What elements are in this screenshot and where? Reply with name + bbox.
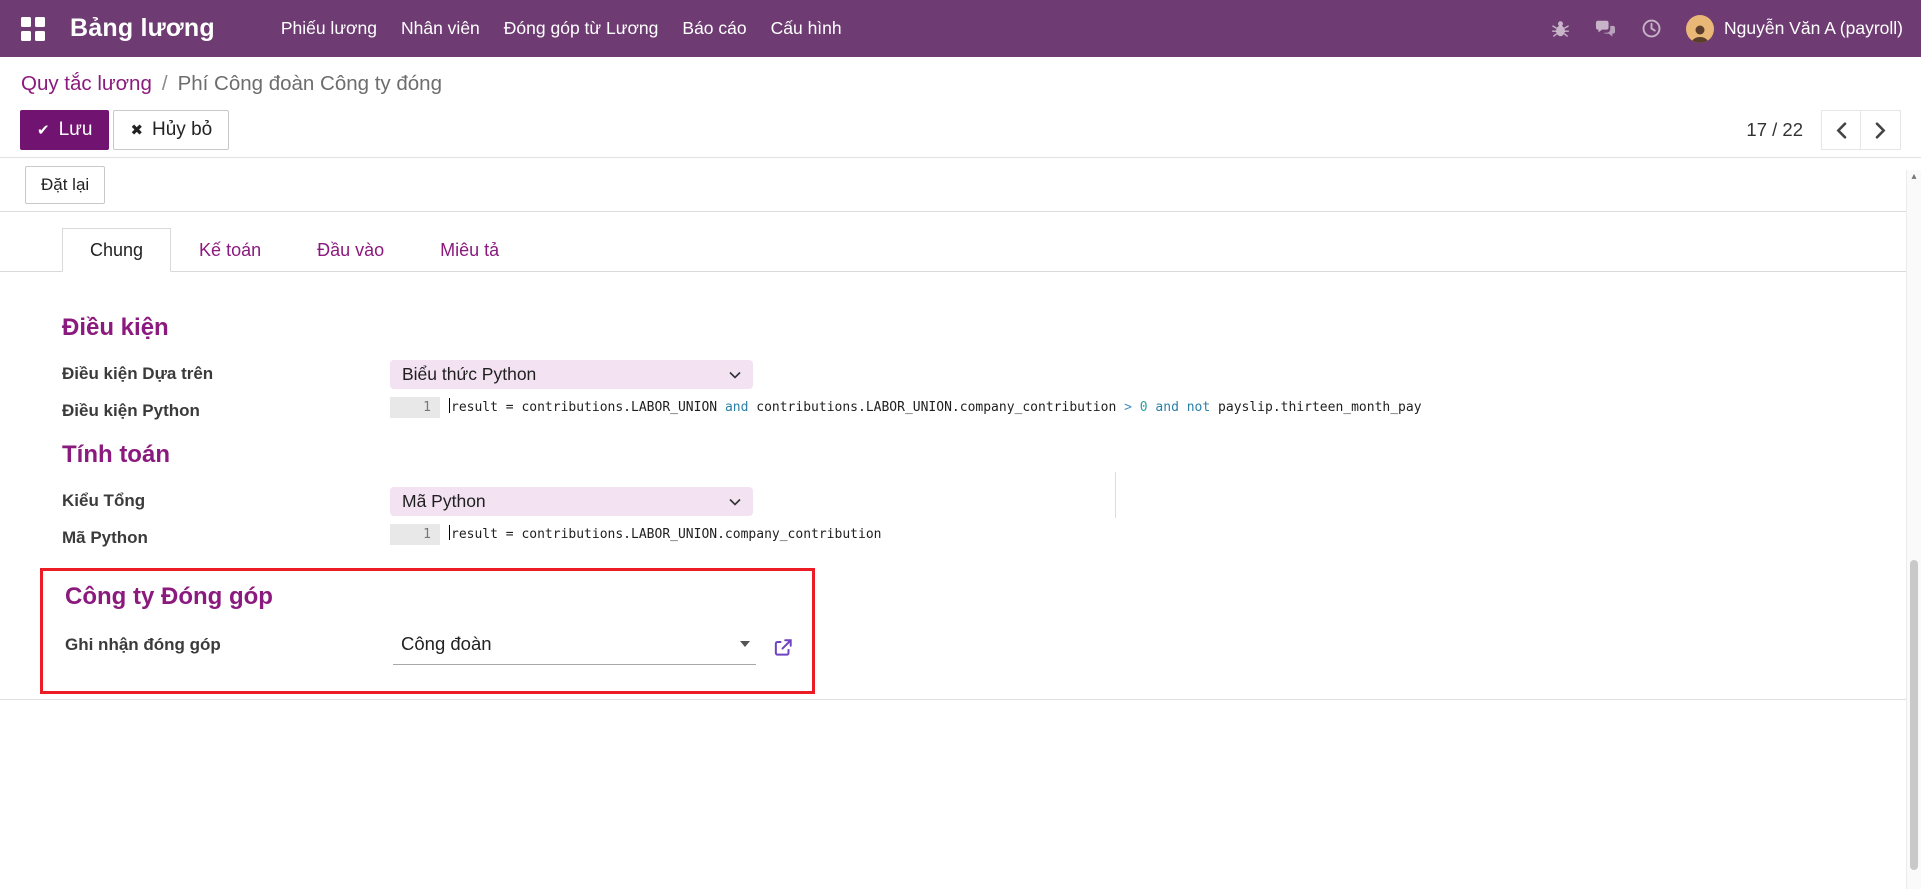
section-title-cong-ty-dong-gop: Công ty Đóng góp <box>65 583 812 611</box>
amount-type-value: Mã Python <box>402 491 486 512</box>
activity-clock-icon[interactable] <box>1641 18 1662 39</box>
user-menu[interactable]: Nguyễn Văn A (payroll) <box>1686 15 1903 43</box>
condition-based-on-label: Điều kiện Dựa trên <box>62 360 390 384</box>
apps-grid-icon <box>21 17 45 41</box>
user-name: Nguyễn Văn A (payroll) <box>1724 18 1903 39</box>
condition-based-on-select[interactable]: Biểu thức Python <box>390 360 753 389</box>
field-row-condition-based-on: Điều kiện Dựa trên Biểu thức Python <box>62 360 1921 389</box>
navbar-right: Nguyễn Văn A (payroll) <box>1551 15 1903 43</box>
discard-button[interactable]: ✖ Hủy bỏ <box>113 110 229 150</box>
external-link-icon[interactable] <box>772 637 794 659</box>
chevron-left-icon <box>1836 122 1847 139</box>
chevron-down-icon <box>729 371 741 379</box>
amount-type-select[interactable]: Mã Python <box>390 487 753 516</box>
notebook-tabs: Chung Kế toán Đầu vào Miêu tả <box>0 212 1921 272</box>
line-number: 1 <box>390 397 440 418</box>
bug-icon[interactable] <box>1551 19 1570 38</box>
pager-buttons <box>1821 110 1901 150</box>
menu-item-cau-hinh[interactable]: Cấu hình <box>771 14 842 43</box>
tab-ke-toan[interactable]: Kế toán <box>171 228 289 272</box>
field-row-python-code: Mã Python 1 result = contributions.LABOR… <box>62 524 1921 548</box>
messages-icon[interactable] <box>1594 19 1617 39</box>
dropdown-caret-icon <box>740 641 750 647</box>
line-number: 1 <box>390 524 440 545</box>
menu-item-nhan-vien[interactable]: Nhân viên <box>401 14 480 43</box>
contribution-register-widget: Công đoàn <box>393 631 794 665</box>
chevron-right-icon <box>1875 122 1886 139</box>
pager-previous-button[interactable] <box>1821 110 1861 150</box>
main-menu: Phiếu lương Nhân viên Đóng góp từ Lương … <box>281 14 842 43</box>
condition-python-editor[interactable]: 1 result = contributions.LABOR_UNION and… <box>390 397 1422 418</box>
save-button[interactable]: ✔ Lưu <box>20 110 109 150</box>
condition-based-on-value: Biểu thức Python <box>402 364 536 385</box>
annotation-highlight-box: Công ty Đóng góp Ghi nhận đóng góp Công … <box>40 568 815 694</box>
top-navbar: Bảng lương Phiếu lương Nhân viên Đóng gó… <box>0 0 1921 57</box>
code-line[interactable]: result = contributions.LABOR_UNION.compa… <box>440 524 881 545</box>
pager-value: 17 / 22 <box>1746 119 1803 141</box>
close-icon: ✖ <box>130 123 143 138</box>
menu-item-phieu-luong[interactable]: Phiếu lương <box>281 14 377 43</box>
field-row-amount-type: Kiểu Tổng Mã Python <box>62 487 1921 516</box>
app-name: Bảng lương <box>70 14 215 43</box>
section-title-dieu-kien: Điều kiện <box>62 314 1921 342</box>
tab-dau-vao[interactable]: Đầu vào <box>289 228 412 272</box>
breadcrumb-parent-link[interactable]: Quy tắc lương <box>21 72 152 96</box>
python-code-label: Mã Python <box>62 524 390 548</box>
field-row-contribution-register: Ghi nhận đóng góp Công đoàn <box>65 631 812 665</box>
menu-item-dong-gop-tu-luong[interactable]: Đóng góp từ Lương <box>504 14 659 43</box>
tab-mieu-ta[interactable]: Miêu tả <box>412 228 527 272</box>
record-pager: 17 / 22 <box>1746 110 1901 150</box>
section-title-tinh-toan: Tính toán <box>62 441 1921 469</box>
check-icon: ✔ <box>37 123 50 138</box>
form-body: Điều kiện Điều kiện Dựa trên Biểu thức P… <box>0 272 1921 694</box>
form-sheet: Chung Kế toán Đầu vào Miêu tả Điều kiện … <box>0 212 1921 700</box>
scroll-up-arrow[interactable]: ▴ <box>1907 170 1921 184</box>
breadcrumb-current: Phí Công đoàn Công ty đóng <box>178 72 442 96</box>
contribution-register-label: Ghi nhận đóng góp <box>65 631 393 655</box>
menu-item-bao-cao[interactable]: Báo cáo <box>682 14 746 43</box>
apps-menu-button[interactable] <box>18 14 48 44</box>
amount-type-label: Kiểu Tổng <box>62 487 390 511</box>
code-line[interactable]: result = contributions.LABOR_UNION and c… <box>440 397 1422 418</box>
statusbar: Đặt lại <box>0 158 1921 212</box>
condition-python-label: Điều kiện Python <box>62 397 390 421</box>
python-code-editor[interactable]: 1 result = contributions.LABOR_UNION.com… <box>390 524 881 545</box>
vertical-scrollbar[interactable]: ▴ <box>1906 170 1921 889</box>
contribution-register-field[interactable]: Công đoàn <box>393 631 756 665</box>
field-row-condition-python: Điều kiện Python 1 result = contribution… <box>62 397 1921 421</box>
tab-chung[interactable]: Chung <box>62 228 171 272</box>
breadcrumb-separator: / <box>162 72 168 96</box>
discard-button-label: Hủy bỏ <box>152 119 212 141</box>
pager-next-button[interactable] <box>1861 110 1901 150</box>
save-button-label: Lưu <box>59 119 93 141</box>
chevron-down-icon <box>729 498 741 506</box>
scrollbar-thumb[interactable] <box>1910 560 1918 870</box>
breadcrumb: Quy tắc lương / Phí Công đoàn Công ty đó… <box>0 57 1921 110</box>
control-panel: ✔ Lưu ✖ Hủy bỏ 17 / 22 <box>0 110 1921 158</box>
contribution-register-value: Công đoàn <box>401 633 492 655</box>
reset-button[interactable]: Đặt lại <box>25 166 105 204</box>
form-column-divider <box>1115 472 1116 518</box>
user-avatar <box>1686 15 1714 43</box>
